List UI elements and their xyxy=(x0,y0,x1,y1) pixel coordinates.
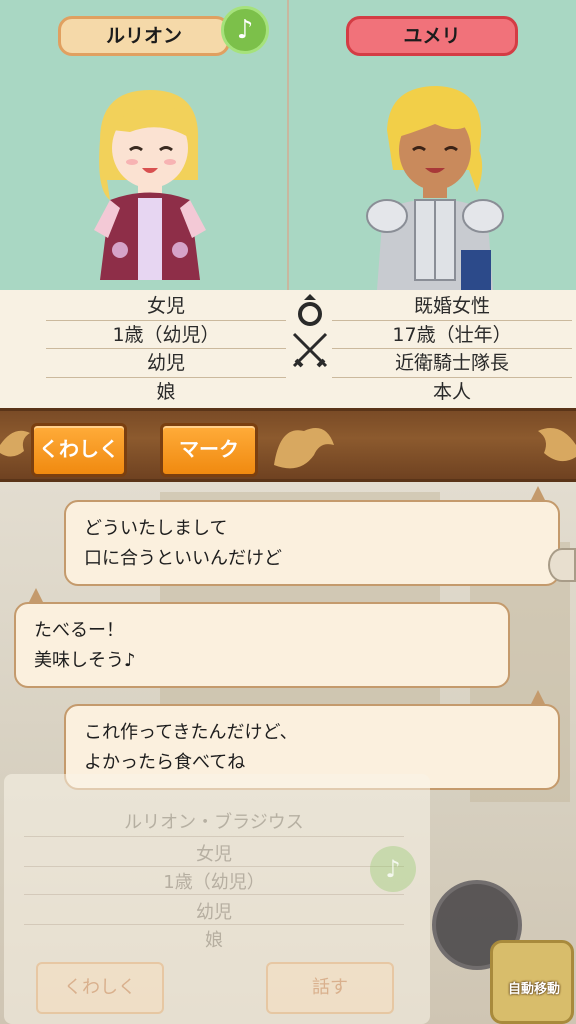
left-character-portrait xyxy=(94,90,206,280)
left-info-age: 1歳（幼児） xyxy=(46,321,286,349)
bg-info-occupation: 幼児 xyxy=(196,902,232,923)
bg-details-button: くわしく xyxy=(36,962,164,1014)
crossed-swords-icon xyxy=(292,332,328,368)
left-info-relation: 娘 xyxy=(156,380,176,403)
bg-info-gender: 女児 xyxy=(196,844,232,865)
bg-divider xyxy=(24,866,404,867)
right-character-portrait xyxy=(366,86,504,290)
bg-full-name: ルリオン・ブラジウス xyxy=(124,812,304,833)
details-button[interactable]: くわしく xyxy=(31,423,127,477)
bg-divider xyxy=(24,924,404,925)
chat-line: どういたしまして xyxy=(84,518,228,539)
side-tab-hand-icon[interactable] xyxy=(548,548,576,582)
left-character-name: ルリオン xyxy=(58,16,230,56)
right-info-relation: 本人 xyxy=(432,380,471,403)
left-info-occupation: 幼児 xyxy=(46,349,286,378)
left-info-gender: 女児 xyxy=(46,292,286,321)
chat-bubble-2: たべるー！ 美味しそう♪ xyxy=(14,602,510,688)
auto-move-label: 自動移動 xyxy=(507,982,560,997)
mark-button[interactable]: マーク xyxy=(160,423,258,477)
chat-bubble-1: どういたしまして 口に合うといいんだけど xyxy=(64,500,560,586)
right-character-name: ユメリ xyxy=(346,16,518,56)
chat-line: これ作ってきたんだけど、 xyxy=(84,722,298,743)
bg-divider xyxy=(24,836,404,837)
bg-info-age: 1歳（幼児） xyxy=(163,872,265,893)
ornament-right-icon xyxy=(538,428,576,462)
left-character-info: 女児 1歳（幼児） 幼児 娘 xyxy=(46,292,286,406)
bg-talk-button: 話す xyxy=(266,962,394,1014)
bg-music-note-icon: ♪ xyxy=(370,846,416,892)
right-character-info: 既婚女性 17歳（壮年） 近衛騎士隊長 本人 xyxy=(332,292,572,406)
ornament-center-icon xyxy=(274,428,334,469)
ring-icon xyxy=(298,294,322,326)
relation-icons xyxy=(292,294,328,368)
bg-divider xyxy=(24,894,404,895)
right-info-age: 17歳（壮年） xyxy=(332,321,572,349)
chat-line: 美味しそう♪ xyxy=(34,650,136,671)
music-note-button[interactable]: ♪ xyxy=(221,6,269,54)
bg-info-relation: 娘 xyxy=(205,930,223,951)
right-info-occupation: 近衛騎士隊長 xyxy=(332,349,572,378)
chat-line: 口に合うといいんだけど xyxy=(84,548,282,569)
action-bar: くわしく マーク xyxy=(0,408,576,482)
chat-line: たべるー！ xyxy=(34,620,124,641)
right-info-status: 既婚女性 xyxy=(332,292,572,321)
